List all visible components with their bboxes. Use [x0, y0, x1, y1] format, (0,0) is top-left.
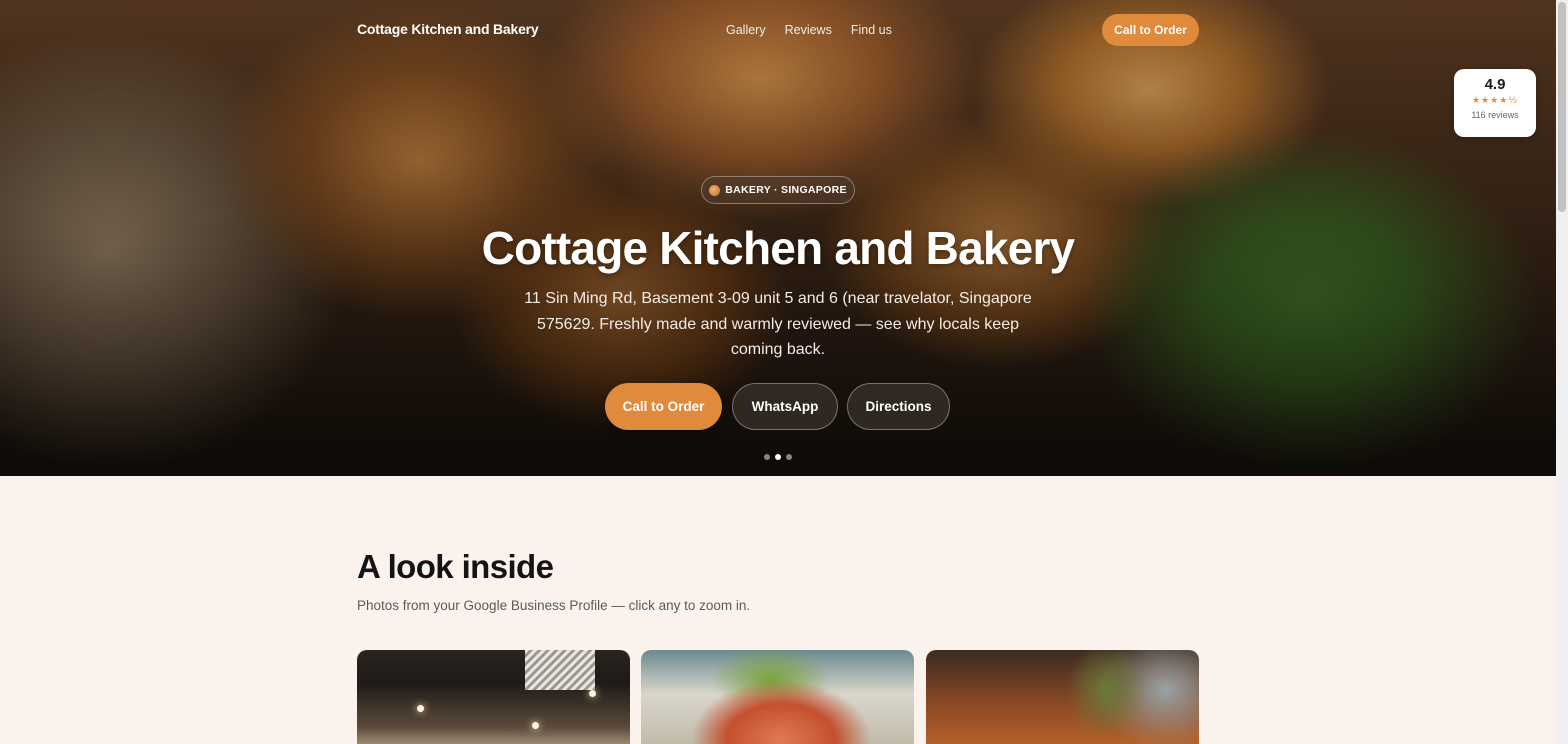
rating-card[interactable]: 4.9 ★★★★½ 116 reviews: [1454, 69, 1536, 137]
rating-score: 4.9: [1484, 76, 1506, 93]
nav-link-find-us[interactable]: Find us: [851, 23, 892, 37]
carousel-dot[interactable]: [775, 454, 781, 460]
rating-stars-icon: ★★★★½: [1472, 96, 1518, 106]
ceiling-light: [589, 690, 596, 697]
hero-subtitle: 11 Sin Ming Rd, Basement 3-09 unit 5 and…: [524, 290, 1032, 358]
gallery-photo[interactable]: [926, 650, 1199, 744]
ceiling-vent: [525, 650, 595, 690]
carousel-dots: [764, 454, 792, 460]
gallery-subtitle: Photos from your Google Business Profile…: [357, 598, 751, 613]
top-nav: Gallery Reviews Find us: [726, 23, 892, 37]
directions-button[interactable]: Directions: [847, 383, 950, 430]
carousel-dot[interactable]: [786, 454, 792, 460]
nav-link-gallery[interactable]: Gallery: [726, 23, 766, 37]
scrollbar-thumb[interactable]: [1558, 2, 1566, 212]
nav-link-reviews[interactable]: Reviews: [785, 23, 832, 37]
gallery-photo[interactable]: [357, 650, 630, 744]
call-to-order-button[interactable]: Call to Order: [605, 383, 722, 430]
hero-title: Cottage Kitchen and Bakery: [481, 222, 1075, 274]
whatsapp-button[interactable]: WhatsApp: [732, 383, 838, 430]
review-count: 116 reviews: [1471, 110, 1519, 120]
ceiling-light: [417, 705, 424, 712]
page-scrollbar[interactable]: [1556, 0, 1568, 744]
hero-section: Cottage Kitchen and Bakery Gallery Revie…: [0, 0, 1556, 476]
brand-logo[interactable]: Cottage Kitchen and Bakery: [357, 21, 539, 37]
croissant-icon: [709, 184, 721, 196]
gallery-title: A look inside: [357, 548, 554, 585]
gallery-photo[interactable]: [641, 650, 914, 744]
ceiling-light: [532, 722, 539, 729]
category-badge: BAKERY · SINGAPORE: [701, 176, 855, 204]
header-call-button[interactable]: Call to Order: [1102, 14, 1199, 46]
category-badge-label: BAKERY · SINGAPORE: [725, 184, 847, 196]
carousel-dot[interactable]: [764, 454, 770, 460]
